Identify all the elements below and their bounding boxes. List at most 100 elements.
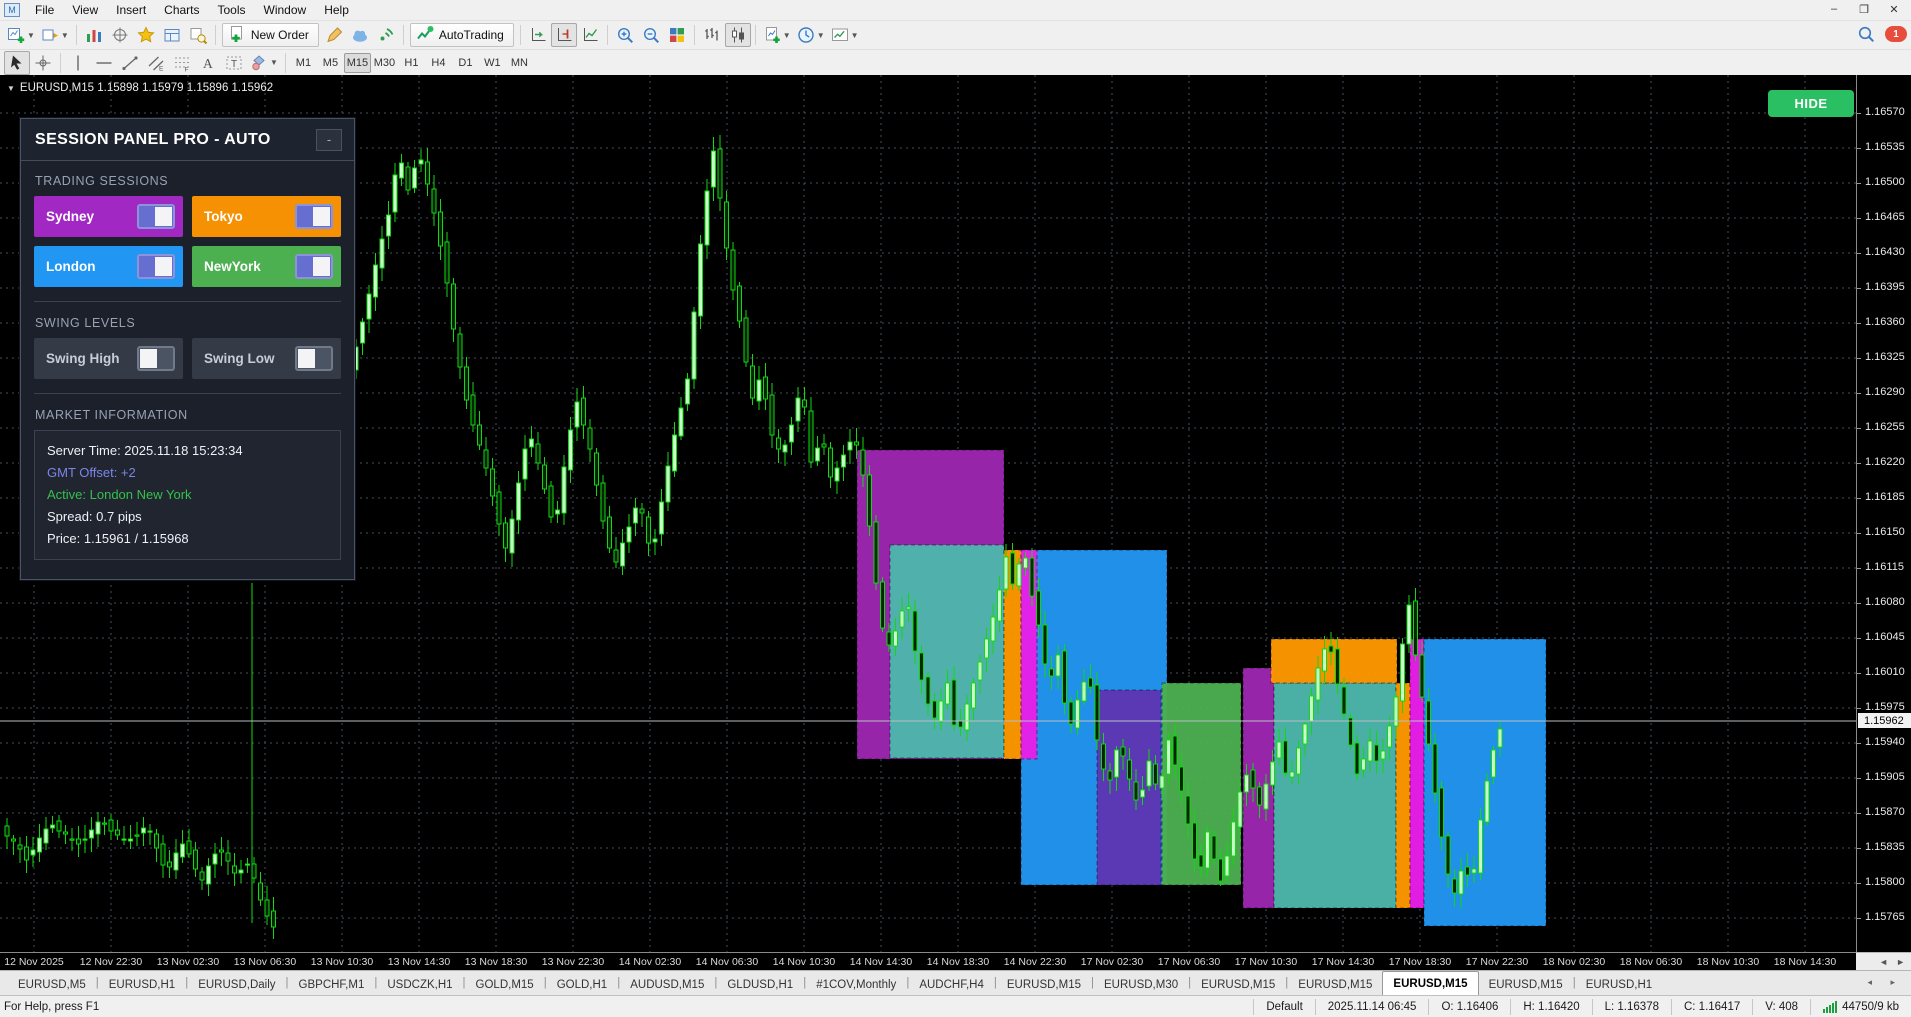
chart-tab-gold-m15[interactable]: GOLD,M15 xyxy=(466,974,544,995)
menu-window[interactable]: Window xyxy=(255,1,316,19)
zoom-in-icon[interactable] xyxy=(612,23,638,47)
vertical-line-icon[interactable] xyxy=(65,51,91,75)
autotrading-button[interactable]: AutoTrading xyxy=(409,23,514,47)
bar-chart-icon[interactable] xyxy=(699,23,725,47)
chart-tab-eurusd-m15[interactable]: EURUSD,M15 xyxy=(1479,974,1573,995)
price-axis-label: 1.16255 xyxy=(1865,421,1905,433)
chart-tab-audusd-m15[interactable]: AUDUSD,M15 xyxy=(620,974,714,995)
chart-tab-eurusd-m5[interactable]: EURUSD,M5 xyxy=(8,974,96,995)
templates-icon[interactable]: ▼ xyxy=(828,23,862,47)
minimize-button[interactable]: – xyxy=(1819,0,1849,18)
candle-chart-icon[interactable] xyxy=(724,23,751,47)
data-window-icon[interactable] xyxy=(107,23,133,47)
algo-cloud-icon[interactable] xyxy=(347,23,373,47)
timeframe-w1[interactable]: W1 xyxy=(479,53,506,73)
chart-tab-eurusd-m15[interactable]: EURUSD,M15 xyxy=(997,974,1091,995)
menu-help[interactable]: Help xyxy=(315,1,358,19)
timeframe-m15[interactable]: M15 xyxy=(343,52,371,73)
scroll-corner[interactable]: ◄ ► xyxy=(1856,952,1911,970)
chart-tab-gbpchf-m1[interactable]: GBPCHF,M1 xyxy=(289,974,375,995)
chart-tab-eurusd-m15[interactable]: EURUSD,M15 xyxy=(1191,974,1285,995)
new-order-button[interactable]: New Order xyxy=(221,23,319,47)
text-label-icon[interactable]: T xyxy=(221,51,247,75)
session-toggle-tokyo[interactable]: Tokyo xyxy=(192,196,341,237)
time-axis[interactable]: 12 Nov 2025 12 Nov 22:30 13 Nov 02:30 13 No… xyxy=(0,952,1856,970)
market-watch-icon[interactable] xyxy=(81,23,107,47)
session-toggle-london[interactable]: London xyxy=(34,246,183,287)
chart-tab-eurusd-m30[interactable]: EURUSD,M30 xyxy=(1094,974,1188,995)
swing-toggle-swing-low[interactable]: Swing Low xyxy=(192,338,341,379)
signals-icon[interactable] xyxy=(373,23,399,47)
zoom-out-icon[interactable] xyxy=(638,23,664,47)
session-toggle-sydney[interactable]: Sydney xyxy=(34,196,183,237)
notification-badge[interactable]: 1 xyxy=(1885,26,1907,42)
menu-tools[interactable]: Tools xyxy=(209,1,255,19)
restore-button[interactable]: ❐ xyxy=(1849,0,1879,18)
indicators-icon[interactable]: ▼ xyxy=(760,23,794,47)
chart-shift-icon[interactable] xyxy=(550,23,577,47)
scroll-right-icon[interactable]: ► xyxy=(1896,957,1905,967)
chart-tab-audchf-h4[interactable]: AUDCHF,H4 xyxy=(909,974,994,995)
toggle-switch[interactable] xyxy=(295,254,333,279)
fibonacci-icon[interactable]: F xyxy=(169,51,195,75)
auto-scroll-icon[interactable] xyxy=(525,23,551,47)
timeframe-d1[interactable]: D1 xyxy=(452,53,479,73)
swing-toggle-swing-high[interactable]: Swing High xyxy=(34,338,183,379)
status-low: L: 1.16378 xyxy=(1591,998,1671,1015)
timeframe-m30[interactable]: M30 xyxy=(371,53,398,73)
tile-windows-icon[interactable] xyxy=(664,23,690,47)
timeframe-m1[interactable]: M1 xyxy=(290,53,317,73)
trendline-icon[interactable] xyxy=(117,51,143,75)
periods-icon[interactable]: ▼ xyxy=(794,23,828,47)
crosshair-icon[interactable] xyxy=(30,51,56,75)
tab-scroll-arrows[interactable]: ◂ ▸ xyxy=(1867,977,1903,988)
toggle-switch[interactable] xyxy=(137,346,175,371)
toggle-switch[interactable] xyxy=(295,346,333,371)
chart-tab--1cov-monthly[interactable]: #1COV,Monthly xyxy=(806,974,906,995)
chart-tab-gold-h1[interactable]: GOLD,H1 xyxy=(547,974,618,995)
status-profile[interactable]: Default xyxy=(1253,998,1314,1015)
market-info-row: Server Time: 2025.11.18 15:23:34 xyxy=(47,443,243,458)
panel-minimize-button[interactable]: - xyxy=(316,128,342,151)
chart-tab-usdczk-h1[interactable]: USDCZK,H1 xyxy=(377,974,462,995)
metaeditor-icon[interactable] xyxy=(321,23,347,47)
open-profile-icon[interactable]: ▼ xyxy=(38,23,72,47)
menu-charts[interactable]: Charts xyxy=(155,1,208,19)
toolbox-icon[interactable] xyxy=(159,23,185,47)
shapes-icon[interactable]: ▼ xyxy=(247,51,281,75)
line-chart-icon[interactable] xyxy=(577,23,603,47)
cursor-icon[interactable] xyxy=(4,50,30,75)
timeframe-m5[interactable]: M5 xyxy=(317,53,344,73)
chart-tab-eurusd-daily[interactable]: EURUSD,Daily xyxy=(188,974,285,995)
close-button[interactable]: ✕ xyxy=(1879,0,1909,18)
chart-tab-eurusd-h1[interactable]: EURUSD,H1 xyxy=(99,974,185,995)
timeframe-h4[interactable]: H4 xyxy=(425,53,452,73)
search-icon[interactable] xyxy=(1853,22,1879,46)
equidistant-channel-icon[interactable]: E xyxy=(143,51,169,75)
session-toggle-newyork[interactable]: NewYork xyxy=(192,246,341,287)
hide-button[interactable]: HIDE xyxy=(1768,90,1854,117)
menu-view[interactable]: View xyxy=(63,1,107,19)
time-axis-label: 13 Nov 14:30 xyxy=(387,956,451,968)
timeframe-h1[interactable]: H1 xyxy=(398,53,425,73)
chart-tab-eurusd-m15[interactable]: EURUSD,M15 xyxy=(1382,971,1479,995)
chart-tab-eurusd-h1[interactable]: EURUSD,H1 xyxy=(1576,974,1662,995)
horizontal-line-icon[interactable] xyxy=(91,51,117,75)
time-axis-label: 14 Nov 18:30 xyxy=(926,956,990,968)
price-axis[interactable]: 1.16570 1.16535 1.16500 1.16465 1.16430 1.163… xyxy=(1856,75,1911,952)
menu-insert[interactable]: Insert xyxy=(107,1,155,19)
menu-file[interactable]: File xyxy=(26,1,63,19)
time-axis-label: 14 Nov 06:30 xyxy=(695,956,759,968)
navigator-icon[interactable] xyxy=(133,23,159,47)
chart-area[interactable]: ▼ EURUSD,M15 1.15898 1.15979 1.15896 1.15… xyxy=(0,75,1856,952)
toggle-switch[interactable] xyxy=(137,254,175,279)
chart-tab-gldusd-h1[interactable]: GLDUSD,H1 xyxy=(717,974,803,995)
timeframe-mn[interactable]: MN xyxy=(506,53,533,73)
strategy-tester-icon[interactable] xyxy=(185,23,211,47)
toggle-switch[interactable] xyxy=(137,204,175,229)
toggle-switch[interactable] xyxy=(295,204,333,229)
text-icon[interactable]: A xyxy=(195,51,221,75)
new-chart-icon[interactable]: ▼ xyxy=(4,23,38,47)
scroll-left-icon[interactable]: ◄ xyxy=(1879,957,1888,967)
chart-tab-eurusd-m15[interactable]: EURUSD,M15 xyxy=(1288,974,1382,995)
